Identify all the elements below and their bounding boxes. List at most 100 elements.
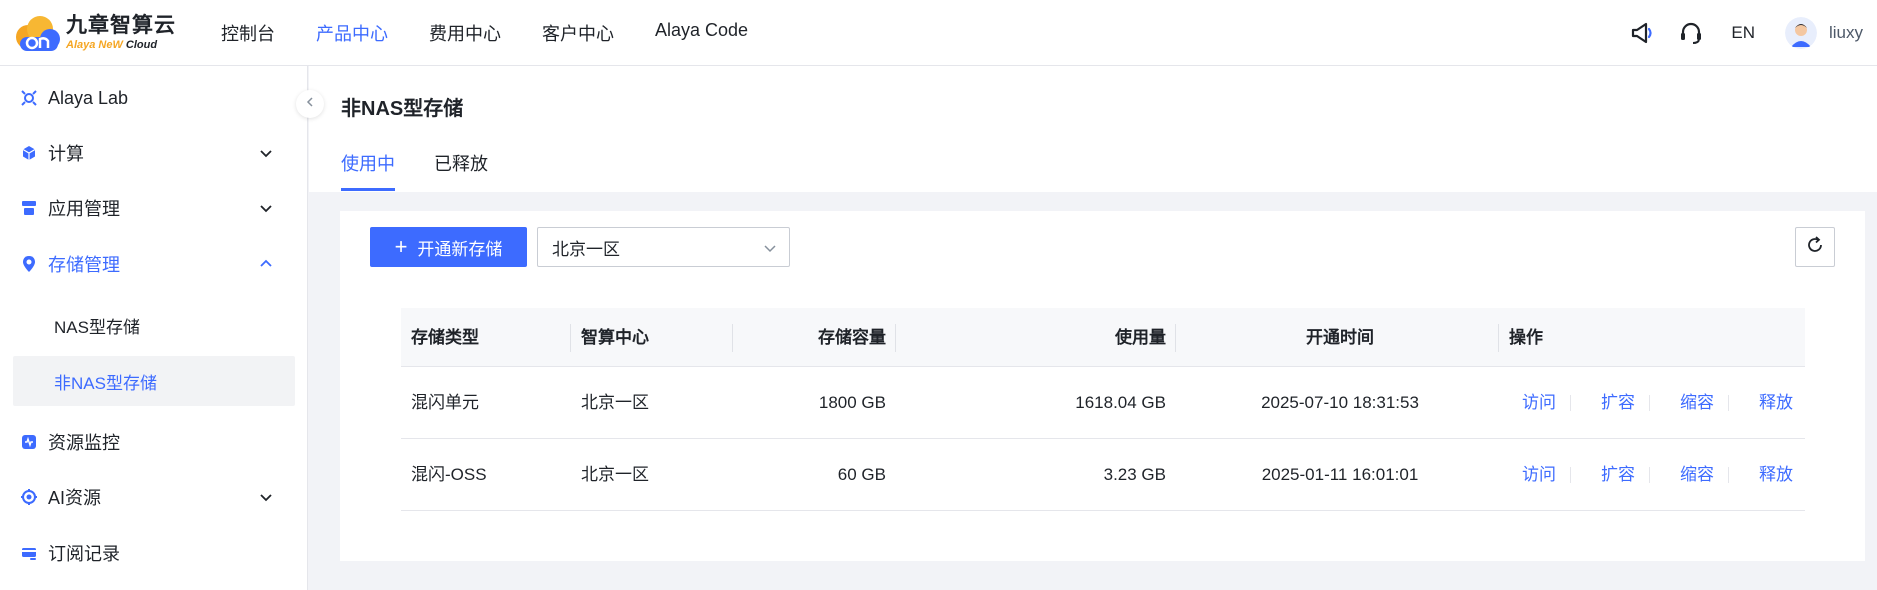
username[interactable]: liuxy (1829, 23, 1863, 43)
refresh-icon (1805, 235, 1825, 260)
region-select[interactable]: 北京一区 (537, 227, 790, 267)
nav-console[interactable]: 控制台 (221, 20, 275, 46)
sidebar-item-label: AI资源 (48, 488, 102, 508)
action-release-link[interactable]: 释放 (1759, 439, 1793, 511)
active-tab-indicator (341, 188, 395, 191)
sidebar-item-resource-monitor[interactable]: 资源监控 (0, 420, 308, 464)
chevron-down-icon (258, 200, 274, 216)
action-release-link[interactable]: 释放 (1759, 367, 1793, 439)
refresh-button[interactable] (1795, 227, 1835, 267)
table-row: 混闪单元 北京一区 1800 GB 1618.04 GB 2025-07-10 … (401, 367, 1805, 439)
cell-usage: 1618.04 GB (1075, 393, 1166, 412)
column-header-actions: 操作 (1509, 328, 1543, 347)
cell-time: 2025-07-10 18:31:53 (1261, 393, 1419, 412)
column-divider (895, 324, 896, 352)
action-divider (1728, 395, 1729, 411)
plus-icon: + (394, 234, 408, 259)
table-header: 存储类型 智算中心 存储容量 使用量 开通时间 操作 (401, 308, 1805, 367)
tab-in-use[interactable]: 使用中 (341, 150, 395, 176)
nav-alaya-code[interactable]: Alaya Code (655, 20, 748, 46)
column-divider (1175, 324, 1176, 352)
create-storage-button[interactable]: + 开通新存储 (370, 227, 527, 267)
cell-type: 混闪-OSS (411, 465, 487, 484)
table-row: 混闪-OSS 北京一区 60 GB 3.23 GB 2025-01-11 16:… (401, 439, 1805, 511)
sidebar-item-label: NAS型存储 (54, 317, 140, 337)
sidebar-item-label: 订阅记录 (48, 544, 120, 564)
sidebar-item-label: 存储管理 (48, 255, 120, 275)
sidebar-item-label: 应用管理 (48, 199, 120, 219)
sidebar-item-nas-storage[interactable]: NAS型存储 (13, 300, 295, 350)
sidebar-item-alaya-lab[interactable]: Alaya Lab (0, 76, 308, 120)
ai-icon (20, 488, 38, 506)
action-expand-link[interactable]: 扩容 (1601, 439, 1635, 511)
sidebar-item-non-nas-storage[interactable]: 非NAS型存储 (13, 356, 295, 406)
chevron-down-icon (258, 489, 274, 505)
sidebar-item-compute[interactable]: 计算 (0, 131, 308, 175)
action-divider (1649, 467, 1650, 483)
monitor-icon (20, 433, 38, 451)
lab-icon (20, 89, 38, 107)
nav-billing[interactable]: 费用中心 (429, 20, 501, 46)
megaphone-icon[interactable] (1629, 19, 1657, 47)
action-access-link[interactable]: 访问 (1522, 367, 1556, 439)
action-expand-link[interactable]: 扩容 (1601, 367, 1635, 439)
user-avatar[interactable] (1784, 17, 1817, 49)
sidebar-item-storage-management[interactable]: 存储管理 (0, 242, 308, 286)
cell-type: 混闪单元 (411, 393, 479, 412)
region-select-value: 北京一区 (552, 239, 620, 259)
sidebar-item-subscriptions[interactable]: 订阅记录 (0, 531, 308, 575)
action-shrink-link[interactable]: 缩容 (1680, 367, 1714, 439)
cell-usage: 3.23 GB (1103, 465, 1166, 484)
chevron-down-icon (763, 240, 777, 254)
tab-released[interactable]: 已释放 (434, 150, 488, 176)
cloud-logo-icon (10, 11, 62, 55)
column-divider (732, 324, 733, 352)
sidebar: Alaya Lab 计算 应用管理 存储管理 NAS型存储 非NAS型存储 资源… (0, 66, 308, 590)
cell-center: 北京一区 (581, 393, 649, 412)
storage-table: 存储类型 智算中心 存储容量 使用量 开通时间 操作 混闪单元 北京一区 180… (401, 308, 1805, 511)
app-icon (20, 199, 38, 217)
cell-capacity: 1800 GB (818, 393, 886, 412)
action-divider (1570, 467, 1571, 483)
action-divider (1649, 395, 1650, 411)
create-storage-label: 开通新存储 (417, 239, 503, 259)
sidebar-item-label: 计算 (48, 144, 84, 164)
cube-icon (20, 144, 38, 162)
action-access-link[interactable]: 访问 (1522, 439, 1556, 511)
action-divider (1570, 395, 1571, 411)
nav-products[interactable]: 产品中心 (316, 20, 388, 46)
column-divider (570, 324, 571, 352)
column-header-usage: 使用量 (1115, 328, 1166, 347)
action-shrink-link[interactable]: 缩容 (1680, 439, 1714, 511)
cell-time: 2025-01-11 16:01:01 (1261, 465, 1419, 484)
page-header: 非NAS型存储 使用中 已释放 (309, 66, 1877, 192)
logo-text-cn: 九章智算云 (66, 13, 176, 37)
column-header-time: 开通时间 (1306, 328, 1374, 347)
storage-list-card: + 开通新存储 北京一区 存储类型 智算中心 存储容量 使用量 开通时间 操作 … (340, 211, 1865, 561)
storage-icon (20, 255, 38, 273)
nav-customer[interactable]: 客户中心 (542, 20, 614, 46)
column-header-center: 智算中心 (581, 328, 649, 347)
column-divider (1498, 324, 1499, 352)
column-header-capacity: 存储容量 (818, 328, 886, 347)
sidebar-item-app-management[interactable]: 应用管理 (0, 186, 308, 230)
sidebar-item-label: 非NAS型存储 (54, 373, 157, 393)
chevron-left-icon (304, 95, 316, 113)
sidebar-item-label: Alaya Lab (48, 87, 129, 108)
sidebar-collapse-button[interactable] (296, 90, 324, 118)
top-nav: 控制台 产品中心 费用中心 客户中心 Alaya Code (221, 20, 789, 46)
language-switch[interactable]: EN (1731, 23, 1755, 43)
chevron-down-icon (258, 145, 274, 161)
cell-center: 北京一区 (581, 465, 649, 484)
sidebar-item-ai-resources[interactable]: AI资源 (0, 475, 308, 519)
action-divider (1728, 467, 1729, 483)
column-header-type: 存储类型 (411, 328, 479, 347)
top-header: 九章智算云 Alaya NeW Cloud 控制台 产品中心 费用中心 客户中心… (0, 0, 1877, 66)
logo-text-en: Alaya NeW Cloud (66, 38, 158, 51)
subscription-icon (20, 544, 38, 562)
headset-icon[interactable] (1677, 19, 1705, 47)
page-title: 非NAS型存储 (341, 98, 464, 120)
cell-capacity: 60 GB (837, 465, 886, 484)
chevron-up-icon (258, 256, 274, 272)
brand-logo[interactable]: 九章智算云 Alaya NeW Cloud (10, 11, 200, 55)
